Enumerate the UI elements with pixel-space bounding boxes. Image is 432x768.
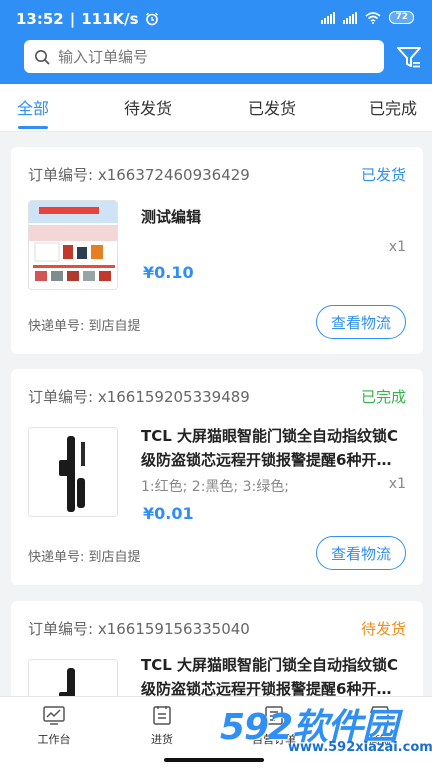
search-input[interactable] xyxy=(58,47,358,66)
nav-item-workbench[interactable]: 工作台 xyxy=(14,705,94,747)
order-card[interactable]: 订单编号: x166372460936429 已发货 测试编辑 x1 ¥0.10… xyxy=(11,147,423,354)
view-logistics-button[interactable]: 查看物流 xyxy=(316,536,406,570)
view-logistics-button[interactable]: 查看物流 xyxy=(316,305,406,339)
nav-label: 工作台 xyxy=(37,733,71,746)
status-bar: 13:52 | 111K/s 72 xyxy=(0,0,432,40)
active-tab-indicator xyxy=(18,126,48,129)
product-thumbnail[interactable] xyxy=(28,200,118,290)
order-number: 订单编号: x166159205339489 xyxy=(28,388,250,406)
order-status: 待发货 xyxy=(360,620,406,638)
product-title[interactable]: TCL 大屏猫眼智能门锁全自动指纹锁C级防盗锁芯远程开锁报警提醒6种开… xyxy=(141,424,403,472)
tab-shipped[interactable]: 已发货 xyxy=(248,95,296,119)
product-price: ¥0.10 xyxy=(143,263,194,282)
search-bar[interactable] xyxy=(24,40,384,73)
alarm-icon xyxy=(145,12,158,26)
product-title[interactable]: TCL 大屏猫眼智能门锁全自动指纹锁C级防盗锁芯远程开锁报警提醒6种开… xyxy=(141,653,403,701)
product-spec: 1:红色; 2:黑色; 3:绿色; xyxy=(141,479,289,495)
product-price: ¥0.01 xyxy=(143,504,194,523)
tab-all[interactable]: 全部 xyxy=(17,95,49,119)
product-title[interactable]: 测试编辑 xyxy=(141,205,403,229)
nav-label: 进货 xyxy=(151,733,173,746)
search-icon xyxy=(35,49,50,64)
order-number: 订单编号: x166159156335040 xyxy=(28,620,250,638)
order-card[interactable]: 订单编号: x166159205339489 已完成 TCL 大屏猫眼智能门锁全… xyxy=(11,369,423,585)
express-number: 快递单号: 到店自提 xyxy=(28,319,141,334)
clipboard-icon xyxy=(153,706,171,725)
home-indicator[interactable] xyxy=(164,758,264,762)
app-header: 13:52 | 111K/s 72 xyxy=(0,0,432,84)
order-status: 已完成 xyxy=(360,388,406,406)
watermark-url: www.592xiazai.com xyxy=(288,740,432,755)
wifi-icon xyxy=(365,11,381,24)
signal-icon xyxy=(343,11,358,24)
chart-icon xyxy=(43,706,65,725)
status-time: 13:52 xyxy=(16,10,64,28)
nav-item-purchase[interactable]: 进货 xyxy=(122,705,202,747)
site-watermark: 592软件园 www.592xiazai.com xyxy=(214,696,432,755)
tab-completed[interactable]: 已完成 xyxy=(369,95,417,119)
order-status: 已发货 xyxy=(360,166,406,184)
product-thumbnail[interactable] xyxy=(28,427,118,517)
tab-pending-shipment[interactable]: 待发货 xyxy=(124,95,172,119)
product-image xyxy=(29,428,117,516)
battery-icon: 72 xyxy=(389,11,414,24)
product-quantity: x1 xyxy=(388,239,406,255)
express-number: 快递单号: 到店自提 xyxy=(28,550,141,565)
product-image xyxy=(29,201,117,289)
order-status-tabs: 全部 待发货 已发货 已完成 xyxy=(0,84,432,132)
order-number: 订单编号: x166372460936429 xyxy=(28,166,250,184)
network-speed: 111K/s xyxy=(81,10,139,28)
filter-icon[interactable] xyxy=(396,44,422,70)
product-quantity: x1 xyxy=(388,476,406,492)
signal-icon xyxy=(321,11,336,24)
